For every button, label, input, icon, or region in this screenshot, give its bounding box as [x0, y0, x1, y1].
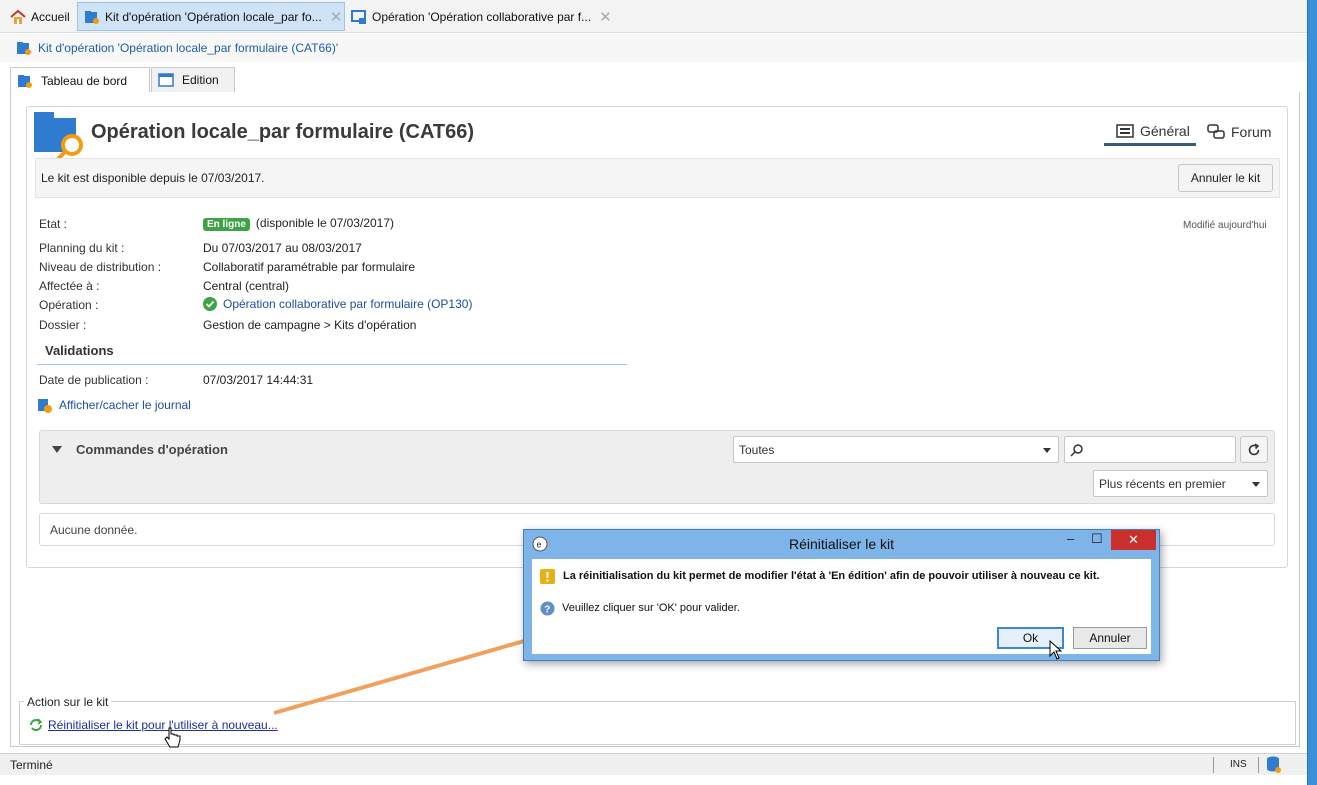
status-bar: Terminé INS	[0, 753, 1307, 775]
operation-icon	[351, 9, 367, 25]
reset-kit-link[interactable]: Réinitialiser le kit pour l'utiliser à n…	[48, 718, 278, 732]
niveau-value: Collaboratif paramétrable par formulaire	[203, 260, 416, 274]
commands-filter-select[interactable]: Toutes	[733, 436, 1059, 463]
tab-kit-operation[interactable]: Kit d'opération 'Opération locale_par fo…	[77, 2, 345, 31]
edition-icon	[158, 72, 174, 88]
affectee-label: Affectée à :	[39, 279, 100, 293]
hand-cursor-icon	[164, 727, 182, 749]
modified-text: Modifié aujourd'hui	[1183, 220, 1267, 231]
publication-date-label: Date de publication :	[39, 373, 149, 387]
planning-label: Planning du kit :	[39, 241, 125, 255]
empty-text: Aucune donnée.	[50, 523, 138, 537]
kit-folder-icon	[84, 9, 100, 25]
forum-icon	[1207, 124, 1225, 140]
general-icon	[1116, 123, 1134, 139]
tab-edition[interactable]: Edition	[151, 67, 235, 92]
status-separator	[1258, 757, 1259, 773]
commands-title: Commandes d'opération	[76, 442, 228, 457]
operation-link[interactable]: Opération collaborative par formulaire (…	[223, 297, 472, 311]
action-legend: Action sur le kit	[24, 695, 112, 709]
tab-accueil[interactable]: Accueil	[4, 2, 70, 31]
tab-tableau-de-bord-label: Tableau de bord	[41, 73, 128, 88]
tab-accueil-label: Accueil	[31, 9, 70, 24]
warning-icon	[540, 569, 555, 584]
dialog-close-button[interactable]: ✕	[1111, 530, 1156, 550]
status-badge: En ligne	[203, 218, 250, 231]
affectee-value: Central (central)	[203, 279, 290, 293]
journal-toggle[interactable]: Afficher/cacher le journal	[38, 397, 191, 413]
app-icon: e	[532, 536, 548, 552]
niveau-label: Niveau de distribution :	[39, 260, 162, 274]
close-tab-icon[interactable]: ✕	[599, 8, 612, 26]
chevron-down-icon	[1043, 447, 1051, 453]
svg-text:?: ?	[544, 605, 550, 616]
pointer-cursor-icon	[1049, 640, 1063, 660]
dialog-title: Réinitialiser le kit	[788, 536, 895, 552]
tab-forum[interactable]: Forum	[1207, 118, 1271, 146]
dialog-cancel-button[interactable]: Annuler	[1073, 627, 1147, 649]
close-tab-icon[interactable]: ✕	[330, 8, 343, 26]
dialog-warning-text: La réinitialisation du kit permet de mod…	[563, 570, 1100, 582]
breadcrumb: Kit d'opération 'Opération locale_par fo…	[0, 34, 1307, 62]
document-tabstrip: Accueil Kit d'opération 'Opération local…	[0, 0, 1307, 33]
page-title: Opération locale_par formulaire (CAT66)	[91, 121, 475, 143]
status-text: Terminé	[10, 758, 53, 772]
svg-text:e: e	[537, 540, 542, 550]
publication-date-value: 07/03/2017 14:44:31	[203, 373, 314, 387]
chevron-down-icon	[1252, 481, 1260, 487]
dossier-label: Dossier :	[39, 318, 87, 332]
tab-operation-label: Opération 'Opération collaborative par f…	[372, 9, 592, 24]
check-circle-icon	[203, 297, 217, 311]
tab-kit-operation-label: Kit d'opération 'Opération locale_par fo…	[105, 9, 322, 24]
refresh-icon	[1247, 442, 1261, 457]
tab-edition-label: Edition	[182, 73, 219, 87]
cancel-kit-button[interactable]: Annuler le kit	[1178, 164, 1273, 192]
commands-filter-value: Toutes	[739, 442, 775, 457]
planning-value: Du 07/03/2017 au 08/03/2017	[203, 241, 362, 255]
etat-date: (disponible le 07/03/2017)	[255, 216, 395, 230]
validations-divider	[37, 364, 627, 365]
reset-icon	[29, 718, 43, 732]
window-frame-edge	[1307, 0, 1317, 785]
operation-value: Opération collaborative par formulaire (…	[203, 297, 472, 311]
commands-search-input[interactable]	[1064, 436, 1236, 463]
maximize-button[interactable]: ☐	[1091, 531, 1103, 547]
etat-value: En ligne (disponible le 07/03/2017)	[203, 216, 394, 231]
collapse-triangle-icon[interactable]	[52, 446, 62, 453]
search-icon	[1070, 443, 1084, 457]
database-icon	[1266, 756, 1282, 774]
minimize-button[interactable]: –	[1067, 531, 1074, 546]
tab-general-label: Général	[1140, 122, 1190, 139]
question-icon: ?	[540, 601, 555, 616]
dialog-body: La réinitialisation du kit permet de mod…	[532, 559, 1151, 660]
home-icon	[10, 9, 26, 25]
dashboard-icon	[17, 73, 33, 89]
breadcrumb-text[interactable]: Kit d'opération 'Opération locale_par fo…	[38, 41, 338, 55]
dossier-value: Gestion de campagne > Kits d'opération	[203, 318, 417, 332]
reset-kit-dialog: Réinitialiser le kit e – ☐ ✕ La réinitia…	[523, 529, 1160, 661]
tab-forum-label: Forum	[1231, 124, 1272, 140]
status-separator	[1213, 757, 1214, 773]
refresh-button[interactable]	[1240, 436, 1268, 463]
tab-operation[interactable]: Opération 'Opération collaborative par f…	[345, 2, 612, 31]
kit-search-folder-icon	[34, 112, 86, 160]
operation-label: Opération :	[39, 298, 99, 312]
journal-icon	[38, 397, 52, 413]
kit-folder-icon	[16, 40, 32, 56]
tab-general[interactable]: Général	[1104, 118, 1196, 146]
etat-label: Etat :	[39, 217, 68, 231]
ins-indicator: INS	[1230, 759, 1247, 770]
availability-text: Le kit est disponible depuis le 07/03/20…	[41, 171, 265, 185]
dialog-question-text: Veuillez cliquer sur 'OK' pour valider.	[562, 602, 740, 614]
tab-tableau-de-bord[interactable]: Tableau de bord	[10, 67, 150, 93]
validations-title: Validations	[45, 343, 114, 358]
commands-sort-select[interactable]: Plus récents en premier	[1093, 470, 1268, 497]
commands-sort-value: Plus récents en premier	[1099, 476, 1226, 491]
journal-link[interactable]: Afficher/cacher le journal	[59, 398, 191, 412]
